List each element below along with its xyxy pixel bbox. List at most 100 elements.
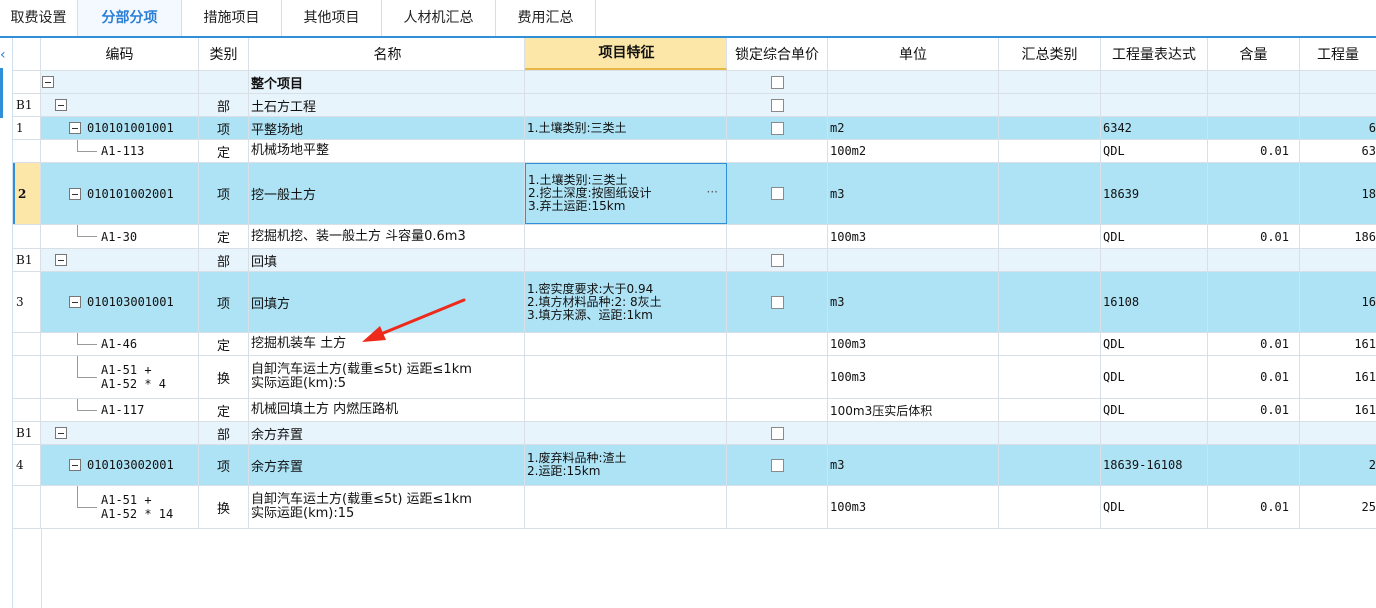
row-expr[interactable]: 6342 — [1101, 117, 1208, 139]
collapse-toggle-icon[interactable] — [69, 296, 81, 308]
row-summary[interactable] — [999, 333, 1101, 355]
row-name[interactable]: 挖一般土方 — [249, 163, 525, 224]
collapse-toggle-icon[interactable] — [69, 187, 81, 200]
row-name[interactable]: 挖掘机挖、装一般土方 斗容量0.6m3 — [249, 225, 525, 248]
row-lock[interactable] — [727, 486, 828, 528]
row-content[interactable] — [1208, 71, 1300, 93]
table-row[interactable]: B1 部 土石方工程 — [13, 94, 1376, 117]
row-unit[interactable] — [828, 249, 999, 271]
row-code[interactable]: 010103001001 — [41, 272, 199, 332]
row-feature[interactable]: 1.密实度要求:大于0.94 2.填方材料品种:2: 8灰土 3.填方来源、运距… — [525, 272, 727, 332]
row-summary[interactable] — [999, 225, 1101, 248]
row-expr[interactable]: QDL — [1101, 399, 1208, 421]
row-lock[interactable] — [727, 163, 828, 224]
row-quantity[interactable] — [1300, 94, 1376, 116]
row-type[interactable]: 定 — [199, 399, 249, 421]
row-code[interactable]: A1-51 + A1-52 * 4 — [41, 356, 199, 398]
row-unit[interactable] — [828, 94, 999, 116]
row-type[interactable] — [199, 71, 249, 93]
lock-checkbox[interactable] — [770, 458, 784, 472]
row-summary[interactable] — [999, 117, 1101, 139]
row-type[interactable]: 定 — [199, 333, 249, 355]
row-name[interactable]: 整个项目 — [249, 71, 525, 93]
row-lock[interactable] — [727, 140, 828, 162]
row-feature[interactable] — [525, 249, 727, 271]
tab-measure-items[interactable]: 措施项目 — [182, 0, 282, 36]
row-summary[interactable] — [999, 272, 1101, 332]
table-row[interactable]: B1 部 余方弃置 — [13, 422, 1376, 445]
row-feature[interactable] — [525, 71, 727, 93]
row-summary[interactable] — [999, 486, 1101, 528]
row-feature[interactable] — [525, 225, 727, 248]
collapse-toggle-icon[interactable] — [69, 459, 81, 471]
table-row[interactable]: 整个项目 — [13, 71, 1376, 94]
row-lock[interactable] — [727, 71, 828, 93]
row-expr[interactable]: 16108 — [1101, 272, 1208, 332]
row-code[interactable]: 010103002001 — [41, 445, 199, 485]
table-row[interactable]: 4 010103002001 项 余方弃置 1.废弃料品种:渣土 2.运距:15… — [13, 445, 1376, 486]
row-type[interactable]: 换 — [199, 486, 249, 528]
row-summary[interactable] — [999, 140, 1101, 162]
table-row[interactable]: A1-113 定 机械场地平整 100m2 QDL 0.01 63 — [13, 140, 1376, 163]
row-feature[interactable]: 1.废弃料品种:渣土 2.运距:15km — [525, 445, 727, 485]
row-quantity[interactable]: 18 — [1300, 163, 1376, 224]
row-lock[interactable] — [727, 272, 828, 332]
row-type[interactable]: 项 — [199, 163, 249, 224]
row-feature-editor[interactable]: 1.土壤类别:三类土 2.挖土深度:按图纸设计 3.弃土运距:15km ··· — [525, 163, 727, 224]
row-unit[interactable]: 100m3 — [828, 356, 999, 398]
row-code[interactable] — [41, 249, 199, 271]
row-content[interactable] — [1208, 94, 1300, 116]
row-feature[interactable] — [525, 356, 727, 398]
row-feature[interactable] — [525, 94, 727, 116]
row-lock[interactable] — [727, 333, 828, 355]
row-unit[interactable]: 100m2 — [828, 140, 999, 162]
row-summary[interactable] — [999, 71, 1101, 93]
row-lock[interactable] — [727, 399, 828, 421]
lock-checkbox[interactable] — [770, 295, 784, 309]
more-options-icon[interactable]: ··· — [707, 186, 718, 199]
collapse-toggle-icon[interactable] — [42, 76, 54, 88]
tab-other-items[interactable]: 其他项目 — [282, 0, 382, 36]
table-row[interactable]: A1-30 定 挖掘机挖、装一般土方 斗容量0.6m3 100m3 QDL 0.… — [13, 225, 1376, 249]
row-summary[interactable] — [999, 356, 1101, 398]
row-feature[interactable] — [525, 140, 727, 162]
row-expr[interactable]: QDL — [1101, 333, 1208, 355]
row-content[interactable]: 0.01 — [1208, 356, 1300, 398]
row-name[interactable]: 土石方工程 — [249, 94, 525, 116]
row-name[interactable]: 自卸汽车运土方(载重≤5t) 运距≤1km 实际运距(km):15 — [249, 486, 525, 528]
table-row[interactable]: A1-117 定 机械回填土方 内燃压路机 100m3压实后体积 QDL 0.0… — [13, 399, 1376, 422]
row-name[interactable]: 平整场地 — [249, 117, 525, 139]
row-summary[interactable] — [999, 94, 1101, 116]
tab-cost-summary[interactable]: 费用汇总 — [496, 0, 596, 36]
header-quantity[interactable]: 工程量 — [1300, 38, 1376, 70]
collapse-toggle-icon[interactable] — [55, 99, 67, 111]
row-lock[interactable] — [727, 445, 828, 485]
collapse-chevron-icon[interactable]: ‹ — [0, 48, 6, 62]
row-feature[interactable]: 1.土壤类别:三类土 — [525, 117, 727, 139]
row-unit[interactable]: 100m3 — [828, 333, 999, 355]
row-content[interactable] — [1208, 422, 1300, 444]
row-summary[interactable] — [999, 163, 1101, 224]
row-quantity[interactable]: 161 — [1300, 356, 1376, 398]
header-content[interactable]: 含量 — [1208, 38, 1300, 70]
row-expr[interactable]: QDL — [1101, 225, 1208, 248]
row-quantity[interactable] — [1300, 422, 1376, 444]
row-code[interactable]: A1-113 — [41, 140, 199, 162]
row-expr[interactable] — [1101, 249, 1208, 271]
tab-labor-material-summary[interactable]: 人材机汇总 — [382, 0, 496, 36]
row-expr[interactable] — [1101, 94, 1208, 116]
row-quantity[interactable]: 6 — [1300, 117, 1376, 139]
row-unit[interactable]: 100m3 — [828, 486, 999, 528]
row-unit[interactable]: m3 — [828, 445, 999, 485]
row-lock[interactable] — [727, 94, 828, 116]
row-expr[interactable]: QDL — [1101, 356, 1208, 398]
tab-fee-settings[interactable]: 取费设置 — [0, 0, 78, 36]
row-quantity[interactable]: 186 — [1300, 225, 1376, 248]
row-feature[interactable] — [525, 399, 727, 421]
row-name[interactable]: 自卸汽车运土方(载重≤5t) 运距≤1km 实际运距(km):5 — [249, 356, 525, 398]
row-code[interactable] — [41, 94, 199, 116]
row-content[interactable] — [1208, 117, 1300, 139]
lock-checkbox[interactable] — [770, 253, 784, 267]
header-unit[interactable]: 单位 — [828, 38, 999, 70]
row-code[interactable]: 010101001001 — [41, 117, 199, 139]
